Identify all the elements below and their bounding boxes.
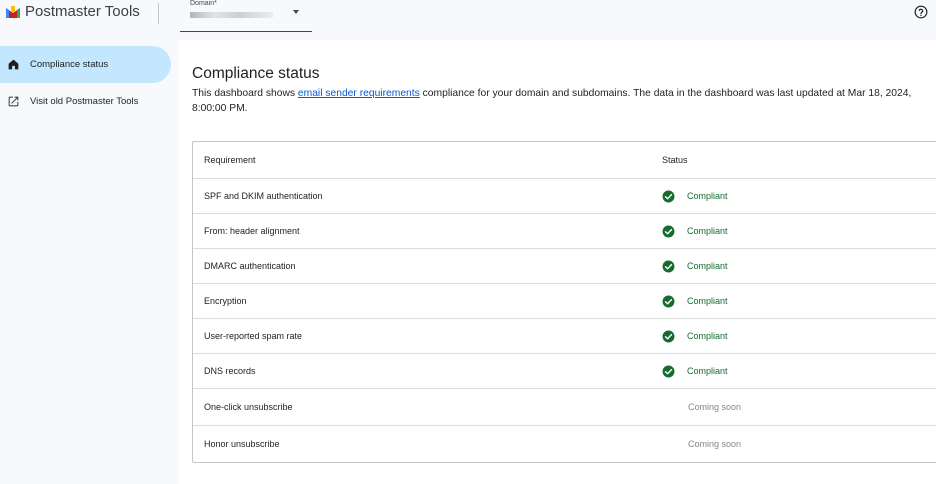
domain-select[interactable]: Domain*: [180, 0, 312, 32]
top-bar: Postmaster Tools Domain*: [0, 0, 936, 40]
table-row: From: header alignment Compliant: [193, 213, 936, 248]
requirement-cell: User-reported spam rate: [204, 331, 303, 341]
status-cell: Compliant: [662, 365, 728, 378]
dropdown-arrow-icon: [293, 10, 299, 14]
status-coming-soon-text: Coming soon: [688, 439, 742, 449]
page-title: Compliance status: [192, 65, 320, 82]
compliance-table: Requirement Status SPF and DKIM authenti…: [192, 141, 936, 463]
home-icon: [8, 59, 19, 70]
sidebar-item-label: Compliance status: [30, 59, 109, 70]
requirement-cell: DNS records: [204, 366, 256, 376]
help-circle-icon[interactable]: [914, 5, 928, 19]
sidebar-item-visit-old-postmaster-tools[interactable]: Visit old Postmaster Tools: [0, 83, 171, 120]
table-row: SPF and DKIM authentication Compliant: [193, 178, 936, 213]
table-row: Encryption Compliant: [193, 283, 936, 318]
check-circle-icon: [662, 190, 675, 202]
status-compliant-text: Compliant: [687, 296, 728, 306]
table-row: User-reported spam rate Compliant: [193, 318, 936, 353]
status-cell: Compliant: [662, 295, 728, 308]
table-row: DNS records Compliant: [193, 353, 936, 388]
column-header-status: Status: [662, 155, 688, 165]
status-cell: Compliant: [662, 330, 728, 343]
table-row: Honor unsubscribe Coming soon: [193, 425, 936, 462]
status-compliant-text: Compliant: [687, 226, 728, 236]
requirement-cell: Honor unsubscribe: [204, 439, 280, 449]
requirement-cell: One-click unsubscribe: [204, 402, 293, 412]
check-circle-icon: [662, 295, 675, 307]
table-row: One-click unsubscribe Coming soon: [193, 388, 936, 425]
status-compliant-text: Compliant: [687, 261, 728, 271]
status-compliant-text: Compliant: [687, 331, 728, 341]
check-circle-icon: [662, 330, 675, 342]
domain-select-value-redacted: [190, 12, 273, 18]
status-cell: Compliant: [662, 190, 728, 203]
status-cell: Compliant: [662, 260, 728, 273]
check-circle-icon: [662, 225, 675, 237]
main-content: Compliance status This dashboard shows e…: [179, 40, 936, 484]
postmaster-logo-icon: [6, 6, 20, 18]
dashboard-description: This dashboard shows email sender requir…: [192, 86, 936, 116]
check-circle-icon: [662, 260, 675, 272]
domain-select-label: Domain*: [190, 0, 217, 7]
status-cell: Coming soon: [662, 439, 741, 449]
status-compliant-text: Compliant: [687, 366, 728, 376]
table-row: DMARC authentication Compliant: [193, 248, 936, 283]
check-circle-icon: [662, 365, 675, 377]
requirement-cell: Encryption: [204, 296, 247, 306]
table-header-row: Requirement Status: [193, 142, 936, 178]
column-header-requirement: Requirement: [204, 155, 256, 165]
app-title: Postmaster Tools: [25, 3, 140, 20]
email-sender-requirements-link[interactable]: email sender requirements: [298, 88, 420, 99]
sidebar-item-compliance-status[interactable]: Compliance status: [0, 46, 171, 83]
requirement-cell: From: header alignment: [204, 226, 300, 236]
requirement-cell: SPF and DKIM authentication: [204, 191, 323, 201]
status-coming-soon-text: Coming soon: [688, 402, 742, 412]
requirement-cell: DMARC authentication: [204, 261, 296, 271]
header-divider: [158, 3, 159, 24]
status-compliant-text: Compliant: [687, 191, 728, 201]
sidebar-item-label: Visit old Postmaster Tools: [30, 96, 139, 107]
status-cell: Compliant: [662, 225, 728, 238]
open-in-new-icon: [8, 96, 19, 107]
status-cell: Coming soon: [662, 402, 741, 412]
intro-text-start: This dashboard shows: [192, 88, 298, 99]
